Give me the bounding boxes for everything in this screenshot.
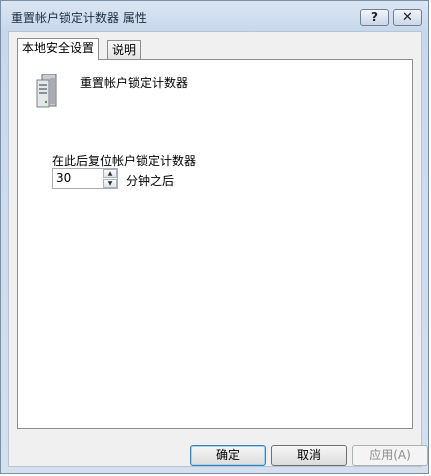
close-button[interactable]: ✕ [393,9,422,26]
policy-title: 重置帐户锁定计数器 [80,76,189,90]
window-title: 重置帐户锁定计数器 属性 [11,11,147,25]
spin-down-button[interactable]: ▼ [103,179,117,188]
tab-local-security-setting[interactable]: 本地安全设置 [17,38,100,60]
minutes-input[interactable] [53,169,103,188]
server-icon [36,74,57,108]
reset-counter-label: 在此后复位帐户锁定计数器 [52,154,197,168]
chevron-down-icon: ▼ [107,180,113,187]
dialog-body: 本地安全设置 说明 重置帐户锁定计数器 在此后复位帐户锁定计数器 ▲ ▼ [8,31,428,467]
title-bar[interactable]: 重置帐户锁定计数器 属性 ? ✕ [1,1,428,31]
ok-button[interactable]: 确定 [190,445,266,466]
minutes-unit-label: 分钟之后 [126,174,175,188]
spin-up-button[interactable]: ▲ [103,169,117,178]
minutes-stepper: ▲ ▼ [52,168,118,189]
help-button[interactable]: ? [360,9,389,26]
tab-explain[interactable]: 说明 [107,40,142,60]
tab-panel: 重置帐户锁定计数器 在此后复位帐户锁定计数器 ▲ ▼ 分钟之后 [17,59,413,429]
cancel-button[interactable]: 取消 [271,445,347,466]
chevron-up-icon: ▲ [107,170,113,177]
properties-dialog: 重置帐户锁定计数器 属性 ? ✕ 本地安全设置 说明 重置帐户锁定计数器 在此后… [0,0,429,474]
apply-button[interactable]: 应用(A) [352,445,428,466]
